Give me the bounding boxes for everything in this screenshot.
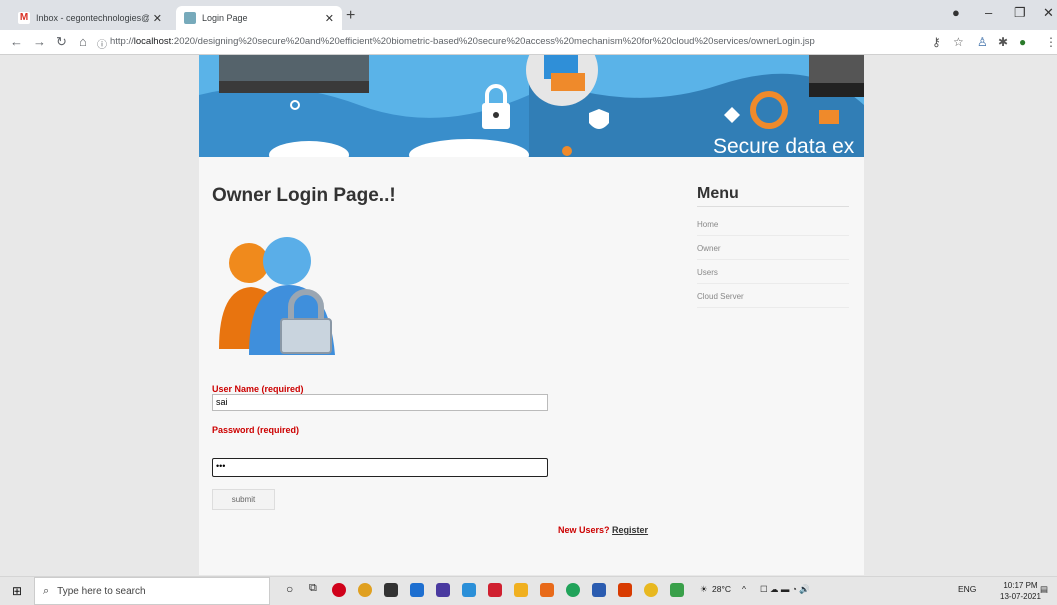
weather-icon[interactable]: ☀ xyxy=(700,584,708,595)
taskbar: ⊞ ⌕ Type here to search ○ ⧉ ☀ 28°C ^ ☐ ☁… xyxy=(0,576,1057,605)
browser-toolbar: ← → ↻ ⌂ ⓘ http://localhost:2020/designin… xyxy=(0,30,1057,55)
taskbar-search[interactable]: ⌕ Type here to search xyxy=(34,577,270,605)
extensions-icon[interactable]: ✱ xyxy=(998,35,1008,49)
avatar[interactable]: ● xyxy=(1019,35,1026,49)
register-link[interactable]: Register xyxy=(612,525,648,535)
menu-item-users[interactable]: Users xyxy=(697,260,849,284)
mail-icon[interactable] xyxy=(410,583,424,597)
home-icon[interactable]: ⌂ xyxy=(79,34,87,49)
folder-icon[interactable] xyxy=(514,583,528,597)
page-title: Owner Login Page..! xyxy=(212,185,396,206)
menu-dots-icon[interactable]: ⋮ xyxy=(1045,35,1057,49)
url-prefix: http:// xyxy=(110,36,134,47)
clock[interactable]: 10:17 PM 13-07-2021 xyxy=(1000,580,1041,602)
divider xyxy=(697,206,849,207)
close-icon[interactable]: ✕ xyxy=(325,12,334,25)
banner-illustration: Secure data ex xyxy=(199,55,864,157)
language-indicator[interactable]: ENG xyxy=(958,584,976,594)
star-icon[interactable]: ☆ xyxy=(953,35,964,49)
submit-button[interactable]: submit xyxy=(212,489,275,510)
header-banner: Secure data ex xyxy=(199,55,864,157)
weather-temp[interactable]: 28°C xyxy=(712,584,731,594)
account-icon[interactable]: ♙ xyxy=(977,35,988,49)
clock-time: 10:17 PM xyxy=(1003,581,1038,590)
restore-button[interactable]: ❐ xyxy=(1014,5,1026,21)
minimize-button[interactable]: – xyxy=(985,5,992,20)
menu-item-owner[interactable]: Owner xyxy=(697,236,849,260)
office-icon[interactable] xyxy=(618,583,632,597)
key-icon[interactable]: ⚷ xyxy=(932,35,941,49)
clock-date: 13-07-2021 xyxy=(1000,592,1041,601)
new-users-label: New Users? xyxy=(558,525,610,535)
forward-icon[interactable]: → xyxy=(33,34,46,49)
username-label: User Name (required) xyxy=(212,384,304,394)
browser-tabstrip: M Inbox - cegontechnologies@gm ✕ Login P… xyxy=(0,0,1057,30)
back-icon[interactable]: ← xyxy=(10,34,23,49)
tray-chevron-icon[interactable]: ^ xyxy=(742,584,746,594)
owner-lock-icon xyxy=(219,237,335,355)
app-icon[interactable] xyxy=(670,583,684,597)
address-bar[interactable]: http://localhost:2020/designing%20secure… xyxy=(110,36,815,47)
banner-text: Secure data ex xyxy=(713,135,855,157)
app-icon[interactable] xyxy=(540,583,554,597)
star-app-icon[interactable] xyxy=(644,583,658,597)
password-label: Password (required) xyxy=(212,425,300,435)
app-icon[interactable] xyxy=(488,583,502,597)
page-container: Secure data ex Owner Login Page..! User … xyxy=(199,55,864,575)
menu-item-home[interactable]: Home xyxy=(697,212,849,236)
new-tab-button[interactable]: + xyxy=(346,7,355,25)
windows-start-icon[interactable]: ⊞ xyxy=(12,584,22,598)
gmail-icon: M xyxy=(18,12,30,24)
tab-inbox[interactable]: M Inbox - cegontechnologies@gm ✕ xyxy=(10,6,170,30)
reload-icon[interactable]: ↻ xyxy=(56,34,67,50)
url-path: :2020/designing%20secure%20and%20efficie… xyxy=(171,36,815,47)
whatsapp-icon[interactable] xyxy=(566,583,580,597)
notifications-icon[interactable]: ▤ xyxy=(1040,584,1048,595)
tab-login-page[interactable]: Login Page ✕ xyxy=(176,6,342,30)
app-icon[interactable] xyxy=(436,583,450,597)
menu-item-cloud-server[interactable]: Cloud Server xyxy=(697,284,849,308)
profile-icon[interactable]: ● xyxy=(952,5,960,20)
page-icon xyxy=(184,12,196,24)
url-host: localhost xyxy=(133,36,172,47)
chrome-icon[interactable] xyxy=(358,583,372,597)
search-placeholder: Type here to search xyxy=(57,585,146,597)
close-window-button[interactable]: ✕ xyxy=(1043,5,1054,21)
password-input[interactable]: ••• xyxy=(212,458,548,477)
new-users-prompt: New Users? Register xyxy=(558,525,648,535)
store-icon[interactable] xyxy=(384,583,398,597)
search-icon: ⌕ xyxy=(43,584,50,597)
username-input[interactable]: sai xyxy=(212,394,548,411)
app-icon[interactable] xyxy=(462,583,476,597)
word-icon[interactable] xyxy=(592,583,606,597)
cortana-icon[interactable]: ○ xyxy=(286,582,293,596)
tab-title: Inbox - cegontechnologies@gm xyxy=(36,13,149,23)
close-icon[interactable]: ✕ xyxy=(153,12,162,25)
info-icon[interactable]: ⓘ xyxy=(97,36,107,51)
tray-icons[interactable]: ☐ ☁ ▬ ◔ 🔊 xyxy=(760,584,810,595)
tab-title: Login Page xyxy=(202,13,248,23)
opera-icon[interactable] xyxy=(332,583,346,597)
menu-title: Menu xyxy=(697,185,739,202)
task-view-icon[interactable]: ⧉ xyxy=(309,582,317,595)
